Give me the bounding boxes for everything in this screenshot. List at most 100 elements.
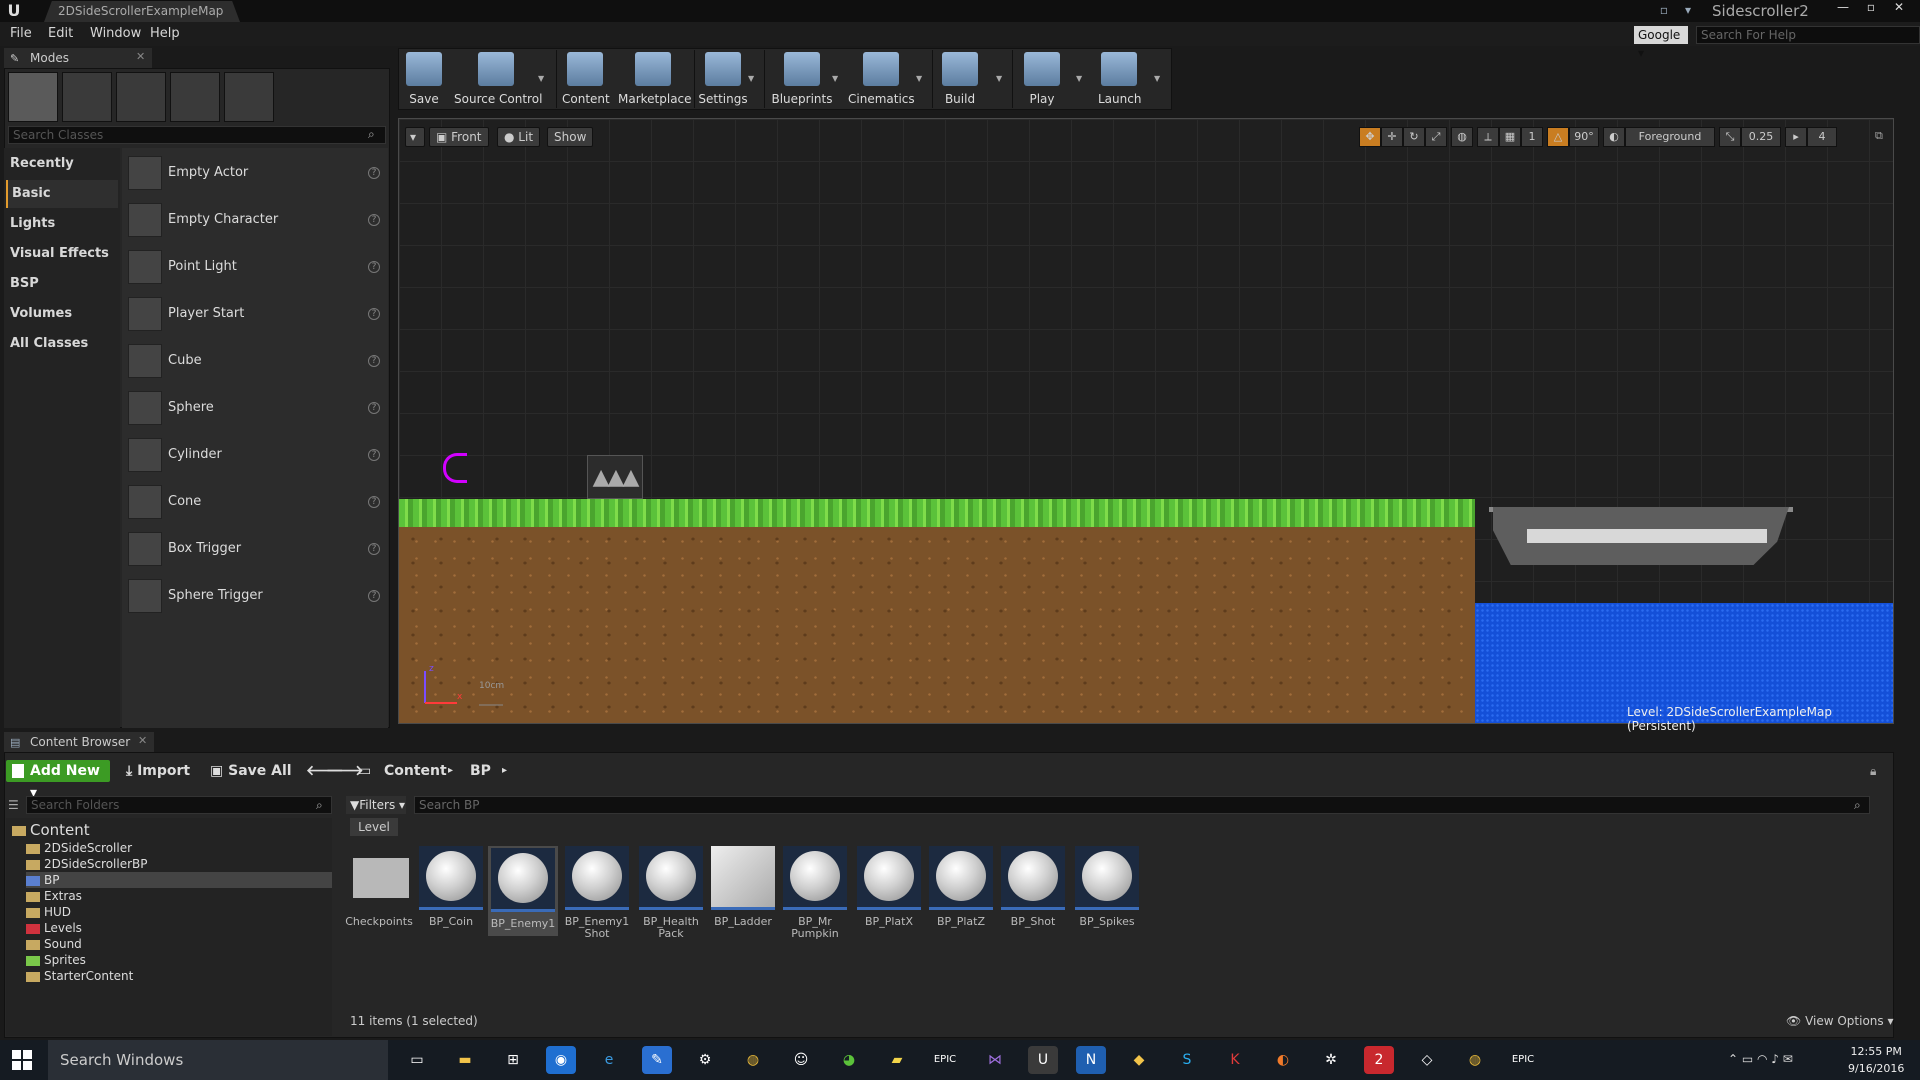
help-icon[interactable]: ? [368,214,380,226]
surface-snap-icon[interactable]: ⟂ [1477,127,1499,147]
cinematics-button[interactable]: Cinematics [848,52,915,106]
player-start-marker[interactable] [443,453,467,483]
help-icon[interactable]: ? [368,167,380,179]
firefox-icon[interactable]: ◐ [1268,1046,1298,1074]
app-icon[interactable]: ✎ [642,1046,672,1074]
asset-checkpoints[interactable]: Checkpoints [344,846,414,928]
viewport-options-button[interactable]: ▾ [405,127,425,147]
store-icon[interactable]: ⊞ [498,1046,528,1074]
tree-item-extras[interactable]: Extras [26,888,82,904]
help-icon[interactable]: ? [368,543,380,555]
blueprints-button[interactable]: Blueprints [770,52,834,106]
menu-window[interactable]: Window [90,26,141,41]
point-light-icon[interactable] [128,250,162,284]
category-visual-effects[interactable]: Visual Effects [6,240,118,268]
scale-snap-value[interactable]: 0.25 [1741,127,1781,147]
lighting-mode-button[interactable]: ● Lit [497,127,541,147]
task-view-icon[interactable]: ▭ [402,1046,432,1074]
category-all-classes[interactable]: All Classes [6,330,118,358]
help-search-input[interactable]: Search For Help [1696,26,1920,44]
kaspersky-icon[interactable]: K [1220,1046,1250,1074]
chat-icon[interactable]: ▫ [1656,3,1672,17]
camera-speed-value[interactable]: 4 [1807,127,1837,147]
globe-icon[interactable]: ◕ [834,1046,864,1074]
import-button[interactable]: ⤓ Import [126,760,190,782]
edge-icon[interactable]: e [594,1046,624,1074]
sphere-trigger-icon[interactable] [128,579,162,613]
empty-actor-icon[interactable] [128,156,162,190]
modes-close-icon[interactable]: ✕ [136,50,145,63]
spikes-actor[interactable]: ▲▲▲ [587,455,643,499]
cinematics-dropdown-icon[interactable]: ▼ [916,74,922,83]
asset-bp-mr-pumpkin[interactable]: BP_Mr Pumpkin [780,846,850,940]
tree-item-startercontent[interactable]: StarterContent [26,968,133,984]
epic-games-icon[interactable]: EPIC [930,1046,960,1074]
cylinder-icon[interactable] [128,438,162,472]
menu-help[interactable]: Help [150,26,180,41]
minimize-button[interactable]: — [1830,0,1856,16]
category-bsp[interactable]: BSP [6,270,118,298]
windows-start-icon[interactable] [12,1050,32,1070]
category-volumes[interactable]: Volumes [6,300,118,328]
app-icon[interactable]: 2 [1364,1046,1394,1074]
item-sphere[interactable]: Sphere [168,400,214,415]
breadcrumb-content[interactable]: Content [384,760,447,782]
item-cone[interactable]: Cone [168,494,201,509]
scale-snap-icon[interactable]: ⤡ [1719,127,1741,147]
item-cube[interactable]: Cube [168,353,202,368]
help-icon[interactable]: ? [368,355,380,367]
help-icon[interactable]: ? [368,590,380,602]
translate-icon[interactable]: ✛ [1381,127,1403,147]
search-classes-input[interactable]: Search Classes [8,126,386,144]
launch-button[interactable]: Launch [1098,52,1141,106]
cone-icon[interactable] [128,485,162,519]
tree-item-content[interactable]: Content [12,822,90,838]
category-basic[interactable]: Basic [6,180,118,208]
tree-item-2dsidescroller[interactable]: 2DSideScroller [26,840,132,856]
app-icon[interactable]: ◆ [1124,1046,1154,1074]
category-lights[interactable]: Lights [6,210,118,238]
item-player-start[interactable]: Player Start [168,306,244,321]
modes-tab[interactable]: Modes [4,48,152,68]
content-browser-tab[interactable]: Content Browser [4,732,154,752]
tree-item-2dsidescrollerbp[interactable]: 2DSideScrollerBP [26,856,148,872]
item-empty-actor[interactable]: Empty Actor [168,165,248,180]
menu-file[interactable]: File [10,26,32,41]
asset-bp-spikes[interactable]: BP_Spikes [1072,846,1142,928]
maximize-button[interactable]: ▫ [1858,0,1884,16]
category-recently-placed[interactable]: Recently Placed [6,150,118,199]
menu-edit[interactable]: Edit [48,26,73,41]
rotate-icon[interactable]: ↻ [1403,127,1425,147]
filters-button[interactable]: ▼Filters ▾ [346,796,406,814]
asset-bp-coin[interactable]: BP_Coin [416,846,486,928]
launch-dropdown-icon[interactable]: ▼ [1154,74,1160,83]
tree-item-levels[interactable]: Levels [26,920,82,936]
settings-button[interactable]: Settings [698,52,748,106]
asset-bp-enemy1[interactable]: BP_Enemy1 [488,846,558,936]
asset-bp-platz[interactable]: BP_PlatZ [926,846,996,928]
help-icon[interactable]: ? [368,261,380,273]
windows-search-input[interactable]: Search Windows [48,1040,388,1080]
tree-item-hud[interactable]: HUD [26,904,71,920]
item-sphere-trigger[interactable]: Sphere Trigger [168,588,263,603]
camera-speed-icon[interactable]: ▸ [1785,127,1807,147]
asset-bp-ladder[interactable]: BP_Ladder [708,846,778,928]
grass-tiles[interactable] [399,499,1475,527]
marketplace-button[interactable]: Marketplace [618,52,692,106]
show-button[interactable]: Show [547,127,594,147]
system-tray-icons[interactable]: ⌃ ▭ ◠ ♪ ✉ [1728,1052,1793,1066]
landscape-mode-button[interactable] [116,72,166,122]
save-button[interactable]: Save [406,52,442,106]
level-viewport[interactable]: ▲▲▲ z x 10cm Level: 2DSideScrollerExampl… [398,118,1894,733]
place-mode-button[interactable] [8,72,58,122]
unity-icon[interactable]: ◇ [1412,1046,1442,1074]
file-explorer-icon[interactable]: ▬ [450,1046,480,1074]
save-all-button[interactable]: ▣ Save All [210,760,292,782]
player-start-icon[interactable] [128,297,162,331]
help-icon[interactable]: ? [368,308,380,320]
asset-bp-shot[interactable]: BP_Shot [998,846,1068,928]
chrome-icon[interactable]: ◍ [1460,1046,1490,1074]
source-control-button[interactable]: Source Control [454,52,542,106]
select-mode-icon[interactable]: ✥ [1359,127,1381,147]
grid-snap-icon[interactable]: ▦ [1499,127,1521,147]
